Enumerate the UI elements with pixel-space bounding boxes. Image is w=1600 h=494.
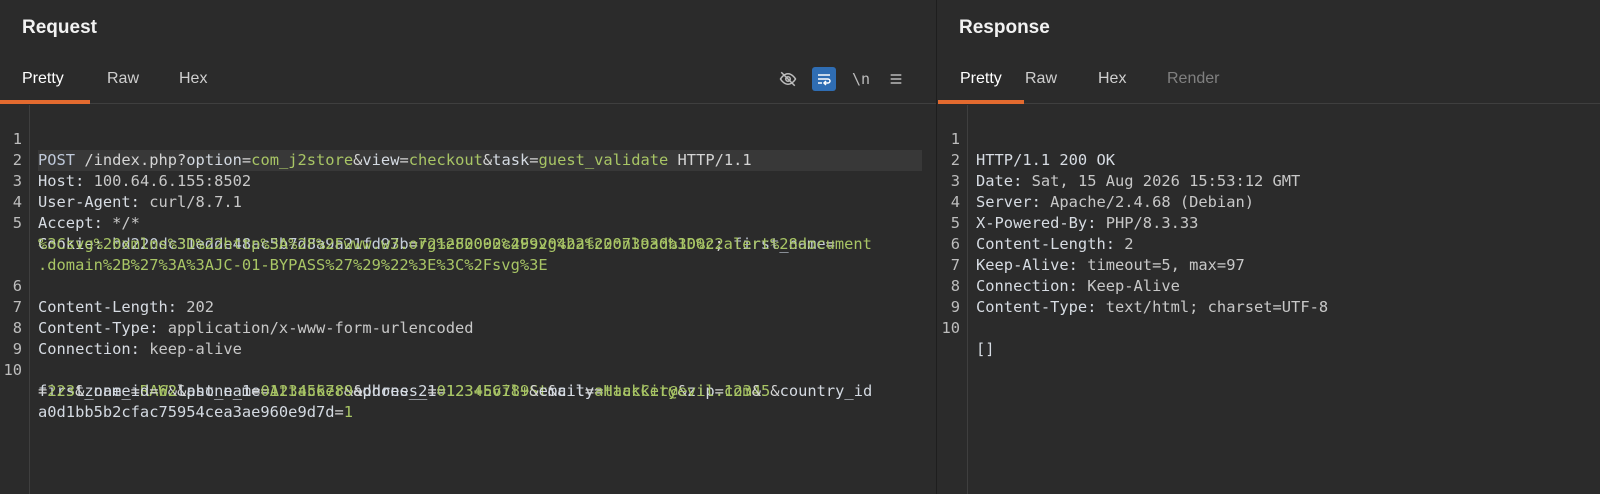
code-line: 9 — [950, 298, 960, 316]
response-code: 1 HTTP/1.1 200 OK 2 Date: Sat, 15 Aug 20… — [938, 108, 1600, 358]
code-line: 4 X-Powered-By: PHP/8.3.33 — [950, 193, 1199, 232]
code-line: 8 Content-Type: text/html; charset=UTF-8 — [950, 277, 1329, 316]
code-line: 10 [] — [941, 319, 995, 358]
code-line: 7 Content-Type: application/x-www-form-u… — [12, 298, 474, 337]
code-line: 6 Content-Length: 202 — [12, 277, 215, 316]
code-line: a0d1bb5b2cfac75954cea3ae960e9d7d=1 — [38, 403, 354, 421]
code-line: 2 Host: 100.64.6.155:8502 — [12, 151, 252, 190]
active-tab-indicator — [0, 100, 90, 104]
tab-raw[interactable]: Raw — [1025, 70, 1057, 88]
newline-toggle-icon[interactable]: \n — [849, 67, 873, 91]
code-line: 6 Keep-Alive: timeout=5, max=97 — [950, 235, 1245, 274]
code-line: 7 Connection: Keep-Alive — [950, 256, 1180, 295]
code-line: =223&zone_id=62&phone_1=0123456789&phone… — [38, 382, 762, 400]
request-title: Request — [22, 17, 97, 38]
code-line: .domain%2B%27%3A%3AJC-01-BYPASS%27%29%22… — [38, 256, 548, 274]
tab-pretty[interactable]: Pretty — [960, 70, 1002, 88]
code-line: 3 Server: Apache/2.4.68 (Debian) — [950, 172, 1254, 211]
code-line: 9 — [12, 340, 22, 358]
active-tab-indicator — [938, 100, 1024, 104]
tab-pretty[interactable]: Pretty — [22, 70, 64, 88]
eye-slash-icon[interactable] — [776, 67, 800, 91]
code-line: 8 Connection: keep-alive — [12, 319, 242, 358]
request-code: 1 POST /index.php?option=com_j2store&vie… — [0, 108, 936, 421]
response-tabbar: Pretty Raw Hex Render — [938, 62, 1600, 104]
tab-raw[interactable]: Raw — [107, 70, 139, 88]
wrap-lines-icon[interactable] — [812, 67, 836, 91]
response-pane: Response Pretty Raw Hex Render 1 HTTP/1.… — [938, 0, 1600, 494]
code-line: 2 Date: Sat, 15 Aug 2026 15:53:12 GMT — [950, 151, 1301, 190]
request-pane: Request Pretty Raw Hex \n 1 POST /index.… — [0, 0, 937, 494]
code-line: 4 Accept: */* — [12, 193, 140, 232]
code-line: 1 HTTP/1.1 200 OK — [950, 130, 1115, 169]
code-line: %3Csvg%20xmlns%3D%22http%3A%2F%2Fwww.w3.… — [38, 235, 872, 253]
tab-render[interactable]: Render — [1167, 70, 1219, 88]
code-line: 10 first_name=RAW&last_name=Attacker&add… — [3, 361, 873, 400]
code-line: 3 User-Agent: curl/8.7.1 — [12, 172, 242, 211]
tab-hex[interactable]: Hex — [1098, 70, 1126, 88]
tab-hex[interactable]: Hex — [179, 70, 207, 88]
code-line: 5 Content-Length: 2 — [950, 214, 1134, 253]
code-line: 5 Cookie: bd220dc31edde48ac5b7d8a9a21fd9… — [12, 214, 835, 253]
request-editor[interactable]: 1 POST /index.php?option=com_j2store&vie… — [0, 105, 936, 494]
response-editor[interactable]: 1 HTTP/1.1 200 OK 2 Date: Sat, 15 Aug 20… — [938, 105, 1600, 494]
request-tabbar: Pretty Raw Hex \n — [0, 62, 936, 104]
code-line: 1 POST /index.php?option=com_j2store&vie… — [0, 108, 936, 171]
response-title: Response — [959, 17, 1050, 38]
hamburger-menu-icon[interactable] — [884, 67, 908, 91]
